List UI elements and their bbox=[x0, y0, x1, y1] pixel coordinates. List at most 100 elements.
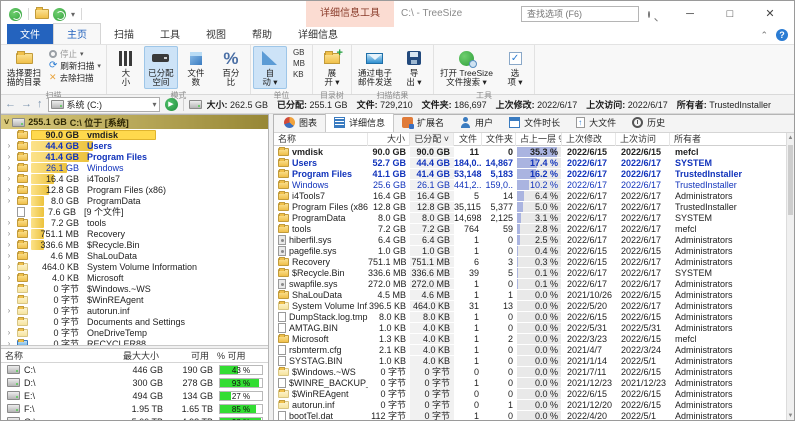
table-row-bootTel.dat[interactable]: bootTel.dat 112 字节 0 字节 1 0 0.0 % 2022/4/20 202… bbox=[274, 409, 794, 420]
tree-item-ShaLouData[interactable]: › 4.6 MB ShaLouData bbox=[1, 250, 268, 261]
stop-button[interactable]: 停止 ▾ bbox=[46, 48, 104, 59]
view-tab-详细信息[interactable]: 详细信息 bbox=[325, 113, 395, 132]
tree-item-RECYCLER88[interactable]: › 0 字节 RECYCLER88 bbox=[1, 338, 268, 345]
expander-icon[interactable]: › bbox=[1, 218, 17, 227]
find-options-search[interactable] bbox=[521, 6, 650, 22]
table-row-autorun.inf[interactable]: autorun.inf 0 字节 0 字节 0 1 0.0 % 2021/12/20 2022… bbox=[274, 398, 794, 411]
drive-row-G:[interactable]: G:\ 5.00 TB4.98 TB 98 % bbox=[1, 415, 268, 420]
tree-item-Recovery[interactable]: › 751.1 MB Recovery bbox=[1, 228, 268, 239]
drives-col-name[interactable]: 名称 bbox=[1, 349, 107, 362]
table-row-$Recycle.Bin[interactable]: $Recycle.Bin 336.6 MB 336.6 MB 39 5 0.1 % 2022… bbox=[274, 267, 794, 278]
ribbon-tab-工具[interactable]: 工具 bbox=[147, 24, 193, 44]
details-table-header[interactable]: 名称 大小 已分配 ˅ 文件 文件夹 占上一层 %.. 上次修改 上次访问 所有… bbox=[274, 133, 794, 146]
open-treesize-search-button[interactable]: 打开 TreeSize 文件搜索 ▾ bbox=[436, 46, 497, 89]
size-mode-button[interactable]: 大 小 bbox=[109, 46, 143, 89]
table-row-Microsoft[interactable]: Microsoft 1.3 KB 4.0 KB 1 2 0.0 % 2022/3/23 202… bbox=[274, 333, 794, 344]
expander-icon[interactable]: › bbox=[1, 152, 17, 161]
table-row-System Volume Inf..[interactable]: System Volume Inf.. 396.5 KB 464.0 KB 31 13 0… bbox=[274, 300, 794, 311]
col-owner[interactable]: 所有者 bbox=[670, 133, 794, 146]
view-tab-历史[interactable]: 历史 bbox=[624, 114, 673, 132]
forward-button[interactable]: → bbox=[21, 98, 32, 110]
expander-icon[interactable]: › bbox=[1, 306, 17, 315]
ribbon-tab-详细信息[interactable]: 详细信息 bbox=[285, 24, 351, 44]
table-row-rsbmterm.cfg[interactable]: rsbmterm.cfg 2.1 KB 4.0 KB 1 0 0.0 % 2021/4/7 2… bbox=[274, 344, 794, 355]
expander-icon[interactable]: › bbox=[1, 185, 17, 194]
scrollbar-thumb[interactable] bbox=[788, 145, 793, 215]
expander-icon[interactable]: › bbox=[1, 174, 17, 183]
open-folder-icon[interactable] bbox=[35, 7, 49, 19]
chevron-down-icon[interactable]: ▾ bbox=[71, 10, 75, 19]
col-percent-of-parent[interactable]: 占上一层 %.. bbox=[516, 133, 562, 146]
minimize-button[interactable]: ─ bbox=[670, 1, 710, 27]
expander-icon[interactable]: › bbox=[1, 339, 17, 345]
table-row-$WinREAgent[interactable]: $WinREAgent 0 字节 0 字节 0 0 0.0 % 2022/6/15 2022/… bbox=[274, 387, 794, 400]
options-button[interactable]: ✓ 选 项 ▾ bbox=[498, 46, 532, 89]
ribbon-tab-视图[interactable]: 视图 bbox=[193, 24, 239, 44]
expander-icon[interactable]: › bbox=[1, 240, 17, 249]
drive-row-D:[interactable]: D:\ 300 GB 278 GB 93 % bbox=[1, 376, 268, 389]
tree-item-ProgramData[interactable]: › 8.0 GB ProgramData bbox=[1, 195, 268, 206]
file-count-mode-button[interactable]: 文件 数 bbox=[179, 46, 213, 89]
allocated-space-mode-button[interactable]: 已分配 空间 bbox=[143, 46, 178, 89]
expander-icon[interactable]: › bbox=[1, 141, 17, 150]
drive-row-F:[interactable]: F:\ 1.95 TB 1.65 TB 85 % bbox=[1, 402, 268, 415]
start-scan-button[interactable]: ▶ bbox=[164, 97, 178, 111]
ribbon-tab-主页[interactable]: 主页 bbox=[53, 23, 101, 44]
drives-col-pct[interactable]: % 可用 bbox=[213, 349, 263, 362]
view-tab-文件时长[interactable]: 文件时长 bbox=[501, 114, 568, 132]
auto-unit-button[interactable]: 自 动 ▾ bbox=[252, 46, 287, 89]
drives-col-free[interactable]: 可用 bbox=[163, 349, 213, 362]
percent-mode-button[interactable]: % 百分 比 bbox=[214, 46, 248, 89]
col-allocated[interactable]: 已分配 ˅ bbox=[410, 133, 454, 146]
view-tab-扩展名[interactable]: 扩展名 bbox=[394, 114, 452, 132]
view-tab-用户[interactable]: 用户 bbox=[452, 114, 501, 132]
export-button[interactable]: 导 出 ▾ bbox=[397, 46, 431, 89]
up-button[interactable]: ↑ bbox=[37, 98, 43, 110]
expander-icon[interactable]: › bbox=[1, 196, 17, 205]
collapse-ribbon-icon[interactable]: ⌃ bbox=[760, 30, 768, 41]
col-last-modified[interactable]: 上次修改 bbox=[562, 133, 616, 146]
expander-icon[interactable]: › bbox=[1, 229, 17, 238]
search-input[interactable] bbox=[525, 8, 646, 20]
table-row-Recovery[interactable]: Recovery 751.1 MB 751.1 MB 6 3 0.3 % 2022/6/15… bbox=[274, 256, 794, 267]
expander-icon[interactable]: › bbox=[1, 262, 17, 271]
table-row-Users[interactable]: Users 52.7 GB 44.4 GB 184,0.. 14,867 17.4 % 20… bbox=[274, 157, 794, 168]
ribbon-tab-帮助[interactable]: 帮助 bbox=[239, 24, 285, 44]
remove-scan-button[interactable]: ✕ 去除扫描 bbox=[46, 72, 104, 83]
tree-item-tools[interactable]: › 7.2 GB tools bbox=[1, 217, 268, 228]
ribbon-tab-扫描[interactable]: 扫描 bbox=[101, 24, 147, 44]
send-email-button[interactable]: 通过电子 邮件发送 bbox=[354, 46, 396, 89]
table-row-Program Files[interactable]: Program Files 41.1 GB 41.4 GB 53,148 5,183 16… bbox=[274, 168, 794, 179]
table-row-swapfile.sys[interactable]: swapfile.sys 272.0 MB 272.0 MB 1 0 0.1 % 2022/… bbox=[274, 278, 794, 289]
table-row-$WINRE_BACKUP_...[interactable]: $WINRE_BACKUP_...0 字节0 字节100.0 %2021/12/… bbox=[274, 376, 794, 389]
table-row-DumpStack.log.tmp[interactable]: DumpStack.log.tmp 8.0 KB 8.0 KB 1 0 0.0 % 2022… bbox=[274, 311, 794, 322]
tree-item-$Recycle.Bin[interactable]: › 336.6 MB $Recycle.Bin bbox=[1, 239, 268, 250]
back-button[interactable]: ← bbox=[5, 98, 16, 110]
view-tab-大文件[interactable]: 大文件 bbox=[568, 114, 624, 132]
tree-root-row[interactable]: ˅ 255.1 GB C:\ 位于 [系统] bbox=[1, 115, 268, 129]
view-tab-图表[interactable]: 图表 bbox=[276, 114, 325, 132]
tree-item-Windows[interactable]: › 26.1 GB Windows bbox=[1, 162, 268, 173]
expand-button[interactable]: 展 开 ▾ bbox=[315, 46, 349, 89]
table-row-pagefile.sys[interactable]: pagefile.sys 1.0 GB 1.0 GB 1 0 0.4 % 2022/6/15… bbox=[274, 245, 794, 256]
vertical-scrollbar[interactable]: ▲ ▼ bbox=[786, 133, 794, 420]
table-row-Windows[interactable]: Windows 25.6 GB 26.1 GB 441,2.. 159,0.. 10.2 … bbox=[274, 179, 794, 190]
expander-icon[interactable]: › bbox=[1, 273, 17, 282]
table-row-ProgramData[interactable]: ProgramData 8.0 GB 8.0 GB 14,698 2,125 3.1 % 2… bbox=[274, 212, 794, 223]
collapse-expander-icon[interactable]: ˅ bbox=[4, 117, 9, 127]
table-row-vmdisk[interactable]: vmdisk 90.0 GB 90.0 GB 11 0 35.3 % 2022/6/15 20… bbox=[274, 146, 794, 157]
table-row-$Windows.~WS[interactable]: $Windows.~WS 0 字节 0 字节 0 0 0.0 % 2021/7/11 2022… bbox=[274, 365, 794, 378]
kb-unit-button[interactable]: KB bbox=[288, 70, 310, 80]
tree-item-vmdisk[interactable]: 90.0 GB vmdisk bbox=[1, 129, 268, 140]
col-files[interactable]: 文件 bbox=[454, 133, 482, 146]
table-row-ShaLouData[interactable]: ShaLouData 4.5 MB 4.6 MB 1 1 0.0 % 2021/10/26 2… bbox=[274, 289, 794, 300]
drives-col-max[interactable]: 最大大小 bbox=[107, 349, 163, 362]
table-row-AMTAG.BIN[interactable]: AMTAG.BIN 1.0 KB 4.0 KB 1 0 0.0 % 2022/5/31 202… bbox=[274, 322, 794, 333]
drive-row-C:[interactable]: C:\ 446 GB 190 GB 43 % bbox=[1, 363, 268, 376]
expander-icon[interactable]: › bbox=[1, 328, 17, 337]
table-row-Program Files (x86)[interactable]: Program Files (x86) 12.8 GB 12.8 GB 35,115 5… bbox=[274, 201, 794, 212]
col-name[interactable]: 名称 bbox=[274, 133, 368, 146]
table-row-SYSTAG.BIN[interactable]: SYSTAG.BIN 1.0 KB 4.0 KB 1 0 0.0 % 2021/1/14 20… bbox=[274, 355, 794, 366]
scroll-down-icon[interactable]: ▼ bbox=[787, 411, 794, 420]
table-row-i4Tools7[interactable]: i4Tools7 16.4 GB 16.4 GB 5 14 6.4 % 2022/6/17 2… bbox=[274, 190, 794, 201]
